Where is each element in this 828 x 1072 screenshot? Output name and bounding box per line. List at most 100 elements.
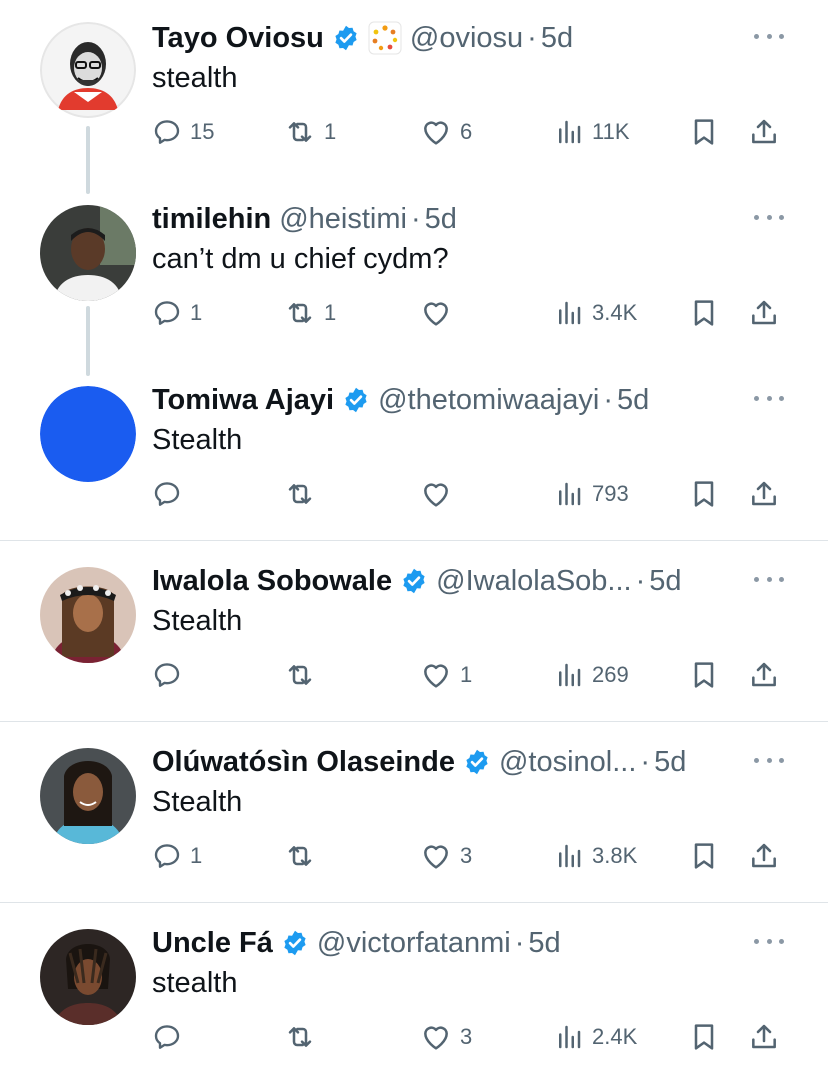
- avatar[interactable]: [40, 929, 136, 1025]
- avatar[interactable]: [40, 386, 136, 482]
- retweet-button[interactable]: [284, 655, 324, 695]
- avatar[interactable]: [40, 567, 136, 663]
- like-button[interactable]: 6: [420, 112, 472, 152]
- reply-button[interactable]: 15: [152, 112, 214, 152]
- tweet-header: Uncle Fá @victorfatanmi · 5d: [152, 925, 561, 961]
- bookmark-icon: [688, 1021, 720, 1053]
- more-icon[interactable]: [754, 748, 784, 772]
- tweet[interactable]: Tayo Oviosu @oviosu · 5d stealth 15 1 6 …: [0, 0, 828, 180]
- share-button[interactable]: [748, 836, 780, 876]
- avatar[interactable]: [40, 22, 136, 118]
- like-button[interactable]: 3: [420, 1017, 472, 1057]
- reply-count: 15: [190, 119, 215, 144]
- handle[interactable]: @victorfatanmi: [317, 927, 511, 960]
- timestamp[interactable]: 5d: [541, 22, 573, 55]
- views-button[interactable]: 3.8K: [554, 836, 637, 876]
- verified-badge-icon[interactable]: [281, 929, 309, 957]
- views-button[interactable]: 793: [554, 474, 629, 514]
- tweet[interactable]: Tomiwa Ajayi @thetomiwaajayi · 5d Stealt…: [0, 362, 828, 540]
- retweet-icon: [284, 297, 316, 329]
- display-name[interactable]: Olúwatósìn Olaseinde: [152, 746, 455, 779]
- more-icon[interactable]: [754, 929, 784, 953]
- handle[interactable]: @IwalolaSob...: [436, 565, 631, 598]
- views-count: 3.4K: [592, 300, 638, 325]
- bookmark-button[interactable]: [688, 293, 720, 333]
- share-icon: [748, 840, 780, 872]
- like-icon: [420, 840, 452, 872]
- views-button[interactable]: 11K: [554, 112, 630, 152]
- like-button[interactable]: 3: [420, 836, 472, 876]
- verified-badge-icon[interactable]: [463, 748, 491, 776]
- retweet-button[interactable]: [284, 836, 324, 876]
- share-button[interactable]: [748, 112, 780, 152]
- more-icon[interactable]: [754, 205, 784, 229]
- share-button[interactable]: [748, 1017, 780, 1057]
- timestamp[interactable]: 5d: [649, 565, 681, 598]
- views-icon: [554, 298, 584, 328]
- timestamp[interactable]: 5d: [617, 384, 649, 417]
- handle[interactable]: @tosinol...: [499, 746, 636, 779]
- tweet-header: Tayo Oviosu @oviosu · 5d: [152, 20, 573, 56]
- tweet[interactable]: timilehin @heistimi · 5d can’t dm u chie…: [0, 181, 828, 361]
- retweet-button[interactable]: 1: [284, 293, 336, 333]
- views-count: 269: [592, 662, 629, 687]
- reply-button[interactable]: 1: [152, 293, 202, 333]
- display-name[interactable]: Uncle Fá: [152, 927, 273, 960]
- like-button[interactable]: 1: [420, 655, 472, 695]
- like-count: 3: [460, 1024, 473, 1049]
- like-button[interactable]: [420, 293, 460, 333]
- views-button[interactable]: 269: [554, 655, 629, 695]
- bookmark-button[interactable]: [688, 655, 720, 695]
- retweet-button[interactable]: [284, 1017, 324, 1057]
- views-button[interactable]: 3.4K: [554, 293, 637, 333]
- display-name[interactable]: timilehin: [152, 203, 271, 236]
- handle[interactable]: @oviosu: [410, 22, 523, 55]
- bookmark-button[interactable]: [688, 474, 720, 514]
- avatar[interactable]: [40, 748, 136, 844]
- bookmark-icon: [688, 297, 720, 329]
- handle[interactable]: @heistimi: [279, 203, 407, 236]
- retweet-button[interactable]: [284, 474, 324, 514]
- avatar[interactable]: [40, 205, 136, 301]
- reply-count: 1: [190, 843, 203, 868]
- timestamp[interactable]: 5d: [654, 746, 686, 779]
- separator: ·: [640, 745, 651, 778]
- display-name[interactable]: Tomiwa Ajayi: [152, 384, 334, 417]
- share-button[interactable]: [748, 474, 780, 514]
- display-name[interactable]: Iwalola Sobowale: [152, 565, 392, 598]
- tweet[interactable]: Olúwatósìn Olaseinde @tosinol... · 5d St…: [0, 724, 828, 902]
- action-bar: 1 3 3.8K: [152, 836, 792, 876]
- share-button[interactable]: [748, 655, 780, 695]
- tweet[interactable]: Uncle Fá @victorfatanmi · 5d stealth 3 2…: [0, 905, 828, 1072]
- like-button[interactable]: [420, 474, 460, 514]
- share-button[interactable]: [748, 293, 780, 333]
- retweet-icon: [284, 478, 316, 510]
- verified-badge-icon[interactable]: [400, 567, 428, 595]
- reply-button[interactable]: 1: [152, 836, 202, 876]
- views-button[interactable]: 2.4K: [554, 1017, 637, 1057]
- more-icon[interactable]: [754, 567, 784, 591]
- handle[interactable]: @thetomiwaajayi: [378, 384, 599, 417]
- affiliate-badge-icon[interactable]: [368, 21, 402, 55]
- bookmark-button[interactable]: [688, 836, 720, 876]
- timestamp[interactable]: 5d: [528, 927, 560, 960]
- bookmark-button[interactable]: [688, 1017, 720, 1057]
- verified-badge-icon[interactable]: [342, 386, 370, 414]
- separator: ·: [603, 383, 614, 416]
- like-icon: [420, 297, 452, 329]
- divider: [0, 902, 828, 903]
- more-icon[interactable]: [754, 24, 784, 48]
- reply-button[interactable]: [152, 655, 190, 695]
- like-count: 6: [460, 119, 473, 144]
- retweet-button[interactable]: 1: [284, 112, 336, 152]
- tweet[interactable]: Iwalola Sobowale @IwalolaSob... · 5d Ste…: [0, 543, 828, 721]
- more-icon[interactable]: [754, 386, 784, 410]
- timestamp[interactable]: 5d: [425, 203, 457, 236]
- reply-button[interactable]: [152, 1017, 190, 1057]
- action-bar: 1 1 3.4K: [152, 293, 792, 333]
- display-name[interactable]: Tayo Oviosu: [152, 22, 324, 55]
- bookmark-button[interactable]: [688, 112, 720, 152]
- verified-badge-icon[interactable]: [332, 24, 360, 52]
- tweet-header: Tomiwa Ajayi @thetomiwaajayi · 5d: [152, 382, 649, 418]
- reply-button[interactable]: [152, 474, 190, 514]
